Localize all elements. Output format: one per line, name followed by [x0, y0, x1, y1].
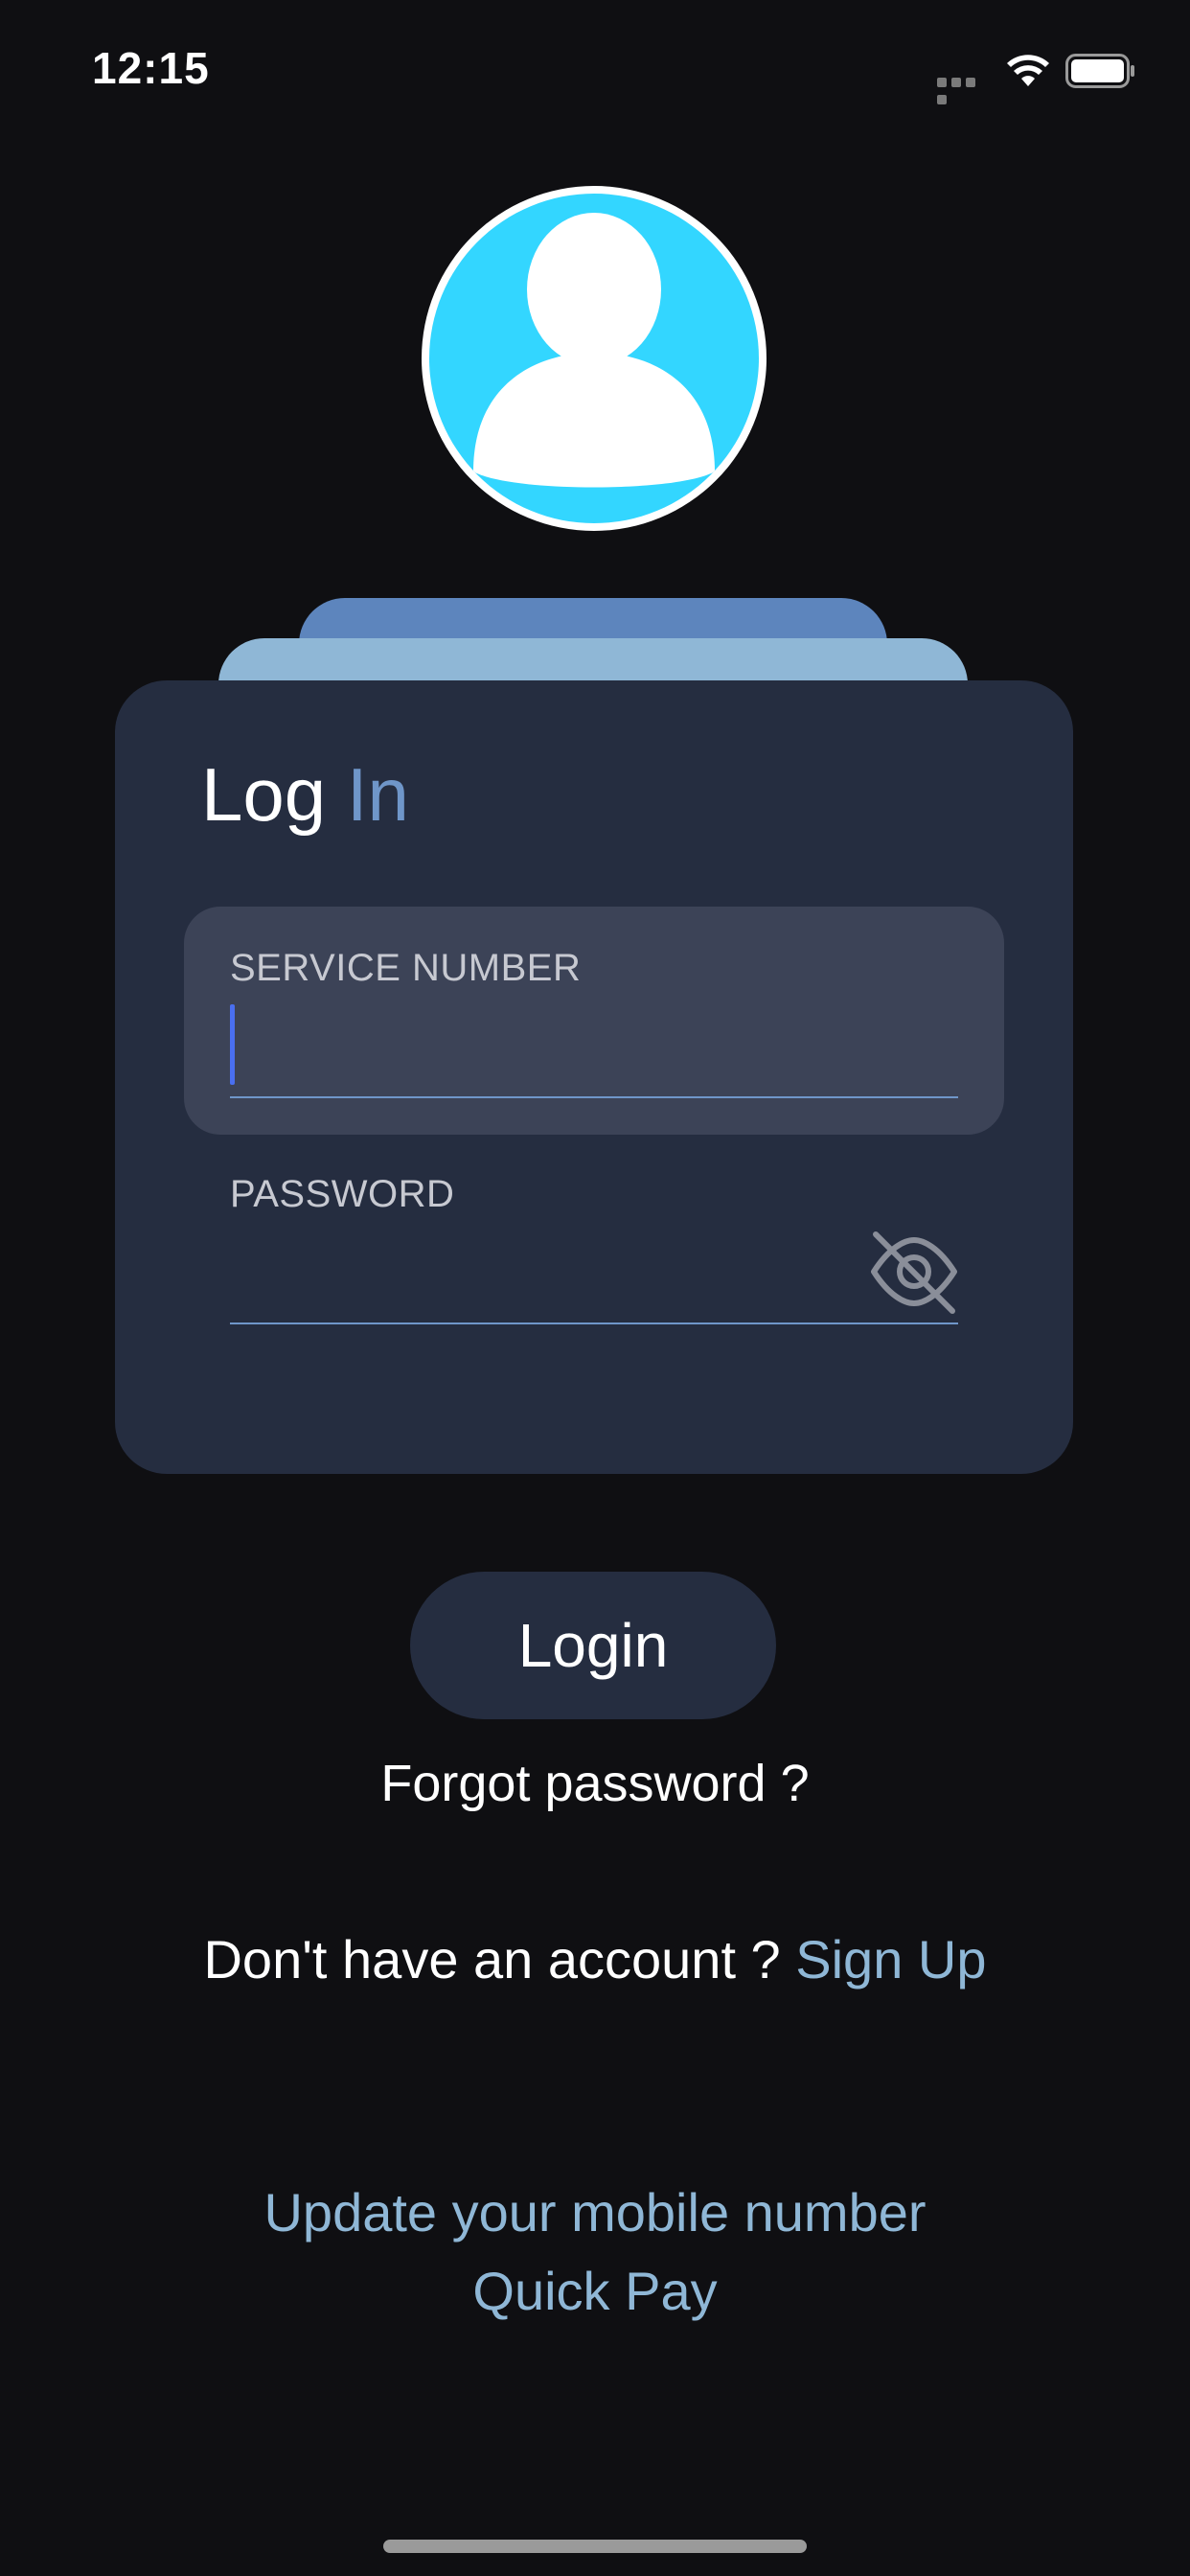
- forgot-password-link[interactable]: Forgot password ?: [0, 1754, 1190, 1813]
- avatar: [422, 186, 767, 531]
- service-number-input[interactable]: [241, 1006, 950, 1079]
- quick-pay-link[interactable]: Quick Pay: [0, 2260, 1190, 2322]
- cellular-signal-icon: [937, 75, 993, 104]
- card-title: Log In: [201, 751, 409, 839]
- login-button[interactable]: Login: [410, 1572, 776, 1719]
- password-input[interactable]: [230, 1236, 853, 1309]
- user-avatar-icon: [429, 194, 759, 523]
- no-account-text: Don't have an account ?: [203, 1929, 781, 1990]
- signup-row: Don't have an account ? Sign Up: [0, 1928, 1190, 1990]
- password-label: PASSWORD: [230, 1173, 455, 1215]
- service-number-label: SERVICE NUMBER: [230, 947, 582, 989]
- battery-icon: [1065, 54, 1134, 88]
- service-number-underline: [230, 1096, 958, 1098]
- text-caret: [230, 1004, 235, 1085]
- password-underline: [230, 1322, 958, 1324]
- update-mobile-link[interactable]: Update your mobile number: [0, 2181, 1190, 2243]
- title-log: Log: [201, 752, 327, 837]
- status-time: 12:15: [92, 43, 210, 93]
- signup-link[interactable]: Sign Up: [795, 1929, 986, 1990]
- home-indicator[interactable]: [383, 2540, 807, 2553]
- eye-off-icon[interactable]: [866, 1229, 962, 1315]
- wifi-icon: [1007, 55, 1049, 86]
- title-in: In: [346, 752, 409, 837]
